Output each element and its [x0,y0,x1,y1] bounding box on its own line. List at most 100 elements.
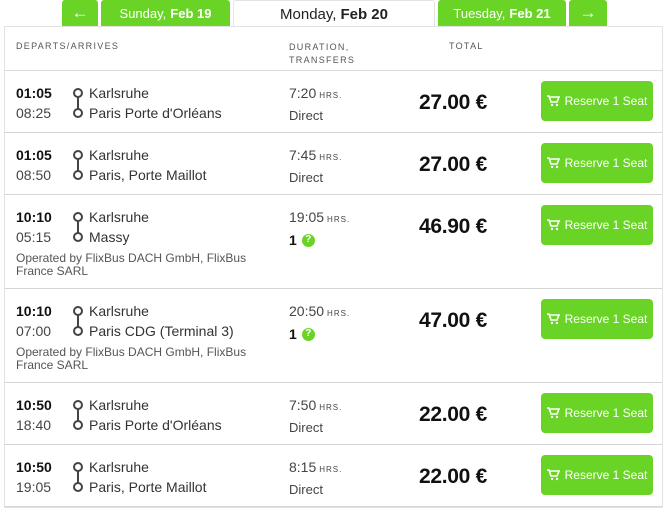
reserve-seat-button[interactable]: Reserve 1 Seat [541,393,653,433]
reserve-seat-button[interactable]: Reserve 1 Seat [541,455,653,495]
question-icon[interactable]: ? [301,233,315,247]
departure-city: Karlsruhe [89,397,149,413]
arrival-time: 18:40 [16,417,52,433]
arrival-time: 07:00 [16,323,52,339]
trip-price: 27.00 € [419,91,487,114]
trip-row: 10:50 18:40 Karlsruhe Paris Porte d'Orléans… [5,383,662,445]
departure-city: Karlsruhe [89,147,149,163]
route-line-icon [73,212,83,242]
departure-time: 10:10 [16,303,52,319]
hrs-label: HRS. [319,91,343,100]
duration-value: 20:50 [289,303,325,319]
direct-label: Direct [289,482,323,497]
cart-icon [546,157,560,169]
header-duration-line2: TRANSFERS [289,55,356,65]
departure-city: Karlsruhe [89,85,149,101]
reserve-seat-button[interactable]: Reserve 1 Seat [541,205,653,245]
reserve-label: Reserve 1 Seat [564,312,648,326]
arrival-city: Paris CDG (Terminal 3) [89,323,234,339]
reserve-label: Reserve 1 Seat [564,468,648,482]
trip-row: 01:05 08:25 Karlsruhe Paris Porte d'Orléans… [5,71,662,133]
trip-times: 01:05 08:50 [16,145,52,185]
header-duration-line1: DURATION, [289,42,350,52]
route-line-icon [73,306,83,336]
header-duration: DURATION, TRANSFERS [289,41,355,67]
cart-icon [546,219,560,231]
arrival-city: Paris Porte d'Orléans [89,105,222,121]
trip-duration: 7:50 HRS. Direct [289,395,342,438]
tab-current-day[interactable]: Monday, Feb 20 [233,0,435,28]
arrival-city: Paris, Porte Maillot [89,479,207,495]
trip-row: 01:05 08:50 Karlsruhe Paris, Porte Maillot 7… [5,133,662,195]
hrs-label: HRS. [319,465,343,474]
prev-arrow-button[interactable]: ← [62,0,98,26]
trip-duration: 7:45 HRS. Direct [289,145,342,188]
departure-time: 01:05 [16,147,52,163]
departure-time: 10:50 [16,397,52,413]
reserve-label: Reserve 1 Seat [564,218,648,232]
question-icon[interactable]: ? [301,327,315,341]
cart-icon [546,95,560,107]
duration-value: 7:20 [289,85,317,101]
tab-prev-day[interactable]: Sunday, Feb 19 [101,0,230,26]
trip-cities: Karlsruhe Paris Porte d'Orléans [89,395,222,435]
arrival-time: 05:15 [16,229,52,245]
trip-duration: 19:05 HRS. 1? [289,207,350,250]
trip-times: 10:10 05:15 [16,207,52,247]
trip-price: 22.00 € [419,465,487,488]
duration-value: 7:45 [289,147,317,163]
trip-cities: Karlsruhe Paris, Porte Maillot [89,145,206,185]
route-line-icon [73,150,83,180]
trip-cities: Karlsruhe Massy [89,207,149,247]
route-line-icon [73,88,83,118]
cart-icon [546,407,560,419]
hrs-label: HRS. [319,403,343,412]
tab-current-day-label: Monday, [280,6,337,23]
transfer-count: 1 [289,232,297,248]
hrs-label: HRS. [327,215,351,224]
direct-label: Direct [289,420,323,435]
arrival-city: Paris Porte d'Orléans [89,417,222,433]
tab-prev-day-label: Sunday, [119,5,167,21]
next-arrow-button[interactable]: → [569,0,607,26]
trip-times: 10:50 19:05 [16,457,52,497]
trip-times: 10:10 07:00 [16,301,52,341]
departure-time: 01:05 [16,85,52,101]
tab-next-day[interactable]: Tuesday, Feb 21 [438,0,566,26]
tab-next-date: Feb 21 [509,5,551,21]
trip-cities: Karlsruhe Paris CDG (Terminal 3) [89,301,234,341]
departure-city: Karlsruhe [89,459,149,475]
reserve-seat-button[interactable]: Reserve 1 Seat [541,299,653,339]
reserve-label: Reserve 1 Seat [564,406,648,420]
duration-value: 19:05 [289,209,325,225]
trip-duration: 20:50 HRS. 1? [289,301,350,344]
hrs-label: HRS. [319,153,343,162]
route-line-icon [73,400,83,430]
trip-duration: 7:20 HRS. Direct [289,83,342,126]
departure-city: Karlsruhe [89,209,149,225]
arrival-time: 08:50 [16,167,52,183]
header-total: TOTAL [449,41,484,51]
departure-time: 10:10 [16,209,52,225]
reserve-seat-button[interactable]: Reserve 1 Seat [541,81,653,121]
cart-icon [546,469,560,481]
trip-price: 22.00 € [419,403,487,426]
table-header: DEPARTS/ARRIVES DURATION, TRANSFERS TOTA… [5,27,662,71]
trip-price: 47.00 € [419,309,487,332]
tab-prev-date: Feb 19 [170,5,212,21]
trip-row: 10:10 07:00 Karlsruhe Paris CDG (Terminal 3… [5,289,662,383]
reserve-label: Reserve 1 Seat [564,156,648,170]
trip-times: 10:50 18:40 [16,395,52,435]
trip-times: 01:05 08:25 [16,83,52,123]
arrival-time: 08:25 [16,105,52,121]
trip-row: 10:50 19:05 Karlsruhe Paris, Porte Maillot 8… [5,445,662,507]
departure-time: 10:50 [16,459,52,475]
reserve-label: Reserve 1 Seat [564,94,648,108]
tab-current-date: Feb 20 [340,6,388,23]
tab-next-day-label: Tuesday, [453,5,506,21]
trip-price: 27.00 € [419,153,487,176]
header-departs-arrives: DEPARTS/ARRIVES [16,41,120,51]
operator-text: Operated by FlixBus DACH GmbH, FlixBus F… [16,251,247,278]
transfer-count: 1 [289,326,297,342]
reserve-seat-button[interactable]: Reserve 1 Seat [541,143,653,183]
